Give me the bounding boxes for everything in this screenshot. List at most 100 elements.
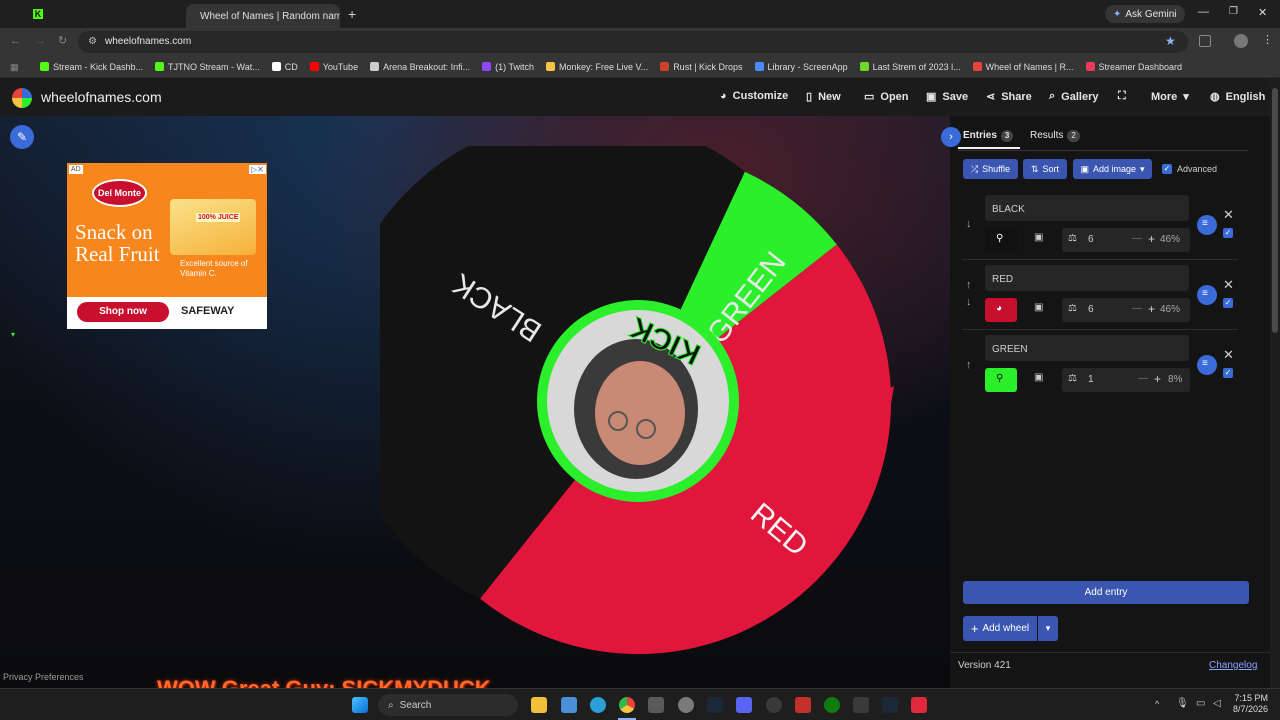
bookmark-item[interactable]: Wheel of Names | R... [967, 62, 1080, 72]
apps-grid-icon[interactable]: ▦ [10, 62, 19, 73]
advanced-checkbox[interactable]: ✓ [1162, 164, 1172, 174]
decrement-icon[interactable]: — [1132, 303, 1142, 314]
edge-icon[interactable] [590, 697, 606, 713]
microphone-icon[interactable]: 🎙 [1176, 698, 1189, 709]
forward-icon[interactable]: → [35, 35, 46, 47]
site-logo-text[interactable]: wheelofnames.com [41, 89, 162, 105]
entry-enabled-checkbox[interactable]: ✓ [1223, 368, 1233, 378]
reload-icon[interactable]: ↻ [58, 34, 67, 47]
nav-more[interactable]: More ▾ [1151, 90, 1189, 104]
minimize-window-icon[interactable]: — [1198, 6, 1209, 18]
entry-weight-control[interactable]: ⚖ 1 — + 8% [1062, 368, 1190, 392]
nav-language[interactable]: ◍ English [1210, 90, 1265, 104]
photos-icon[interactable] [561, 697, 577, 713]
move-down-icon[interactable]: ↓ [966, 296, 972, 308]
entry-settings-icon[interactable]: ≡ [1197, 355, 1217, 375]
advanced-toggle[interactable]: ✓ Advanced [1162, 164, 1217, 174]
xbox-icon[interactable] [824, 697, 840, 713]
entry-color-swatch[interactable]: ⚲ [985, 228, 1017, 252]
add-wheel-menu-icon[interactable]: ▾ [1038, 616, 1058, 641]
increment-icon[interactable]: + [1154, 372, 1161, 386]
ad-banner[interactable]: AD ▷✕ Del Monte Snack on Real Fruit 100%… [67, 163, 267, 329]
decrement-icon[interactable]: — [1132, 233, 1142, 244]
entry-name-field[interactable]: RED [985, 265, 1189, 291]
move-up-icon[interactable]: ↑ [966, 279, 972, 291]
bookmark-item[interactable]: Last Strem of 2023 l... [854, 62, 967, 72]
tab-results[interactable]: Results 2 [1030, 130, 1080, 142]
store-icon[interactable] [648, 697, 664, 713]
bookmark-item[interactable]: Rust | Kick Drops [654, 62, 748, 72]
chrome-icon[interactable] [619, 697, 635, 713]
entry-color-swatch[interactable]: ◕ [985, 298, 1017, 322]
changelog-link[interactable]: Changelog [1209, 660, 1257, 671]
wheel-logo-icon[interactable] [12, 88, 32, 108]
delete-entry-icon[interactable]: ✕ [1223, 207, 1234, 223]
site-info-icon[interactable]: ⚙ [88, 36, 97, 47]
nav-share[interactable]: ⋖ Share [986, 90, 1032, 104]
ask-gemini-button[interactable]: ✦ Ask Gemini [1105, 5, 1185, 23]
increment-icon[interactable]: + [1148, 232, 1155, 246]
delete-entry-icon[interactable]: ✕ [1223, 347, 1234, 363]
entry-settings-icon[interactable]: ≡ [1197, 285, 1217, 305]
settings-gear-icon[interactable] [678, 697, 694, 713]
add-image-button[interactable]: ▣ Add image ▾ [1073, 159, 1152, 179]
entry-image-icon[interactable]: ▣ [1034, 302, 1043, 313]
bookmark-item[interactable]: Streamer Dashboard [1080, 62, 1189, 72]
taskbar-search[interactable]: ⌕ Search [378, 694, 518, 716]
github-icon[interactable] [766, 697, 782, 713]
shuffle-button[interactable]: ⤮ Shuffle [963, 159, 1018, 179]
bookmark-item[interactable]: CD [266, 62, 304, 72]
network-icon[interactable]: ▭ [1196, 698, 1205, 709]
add-entry-button[interactable]: Add entry [963, 581, 1249, 604]
extensions-icon[interactable] [1199, 35, 1211, 47]
obs-red-icon[interactable] [911, 697, 927, 713]
nav-save[interactable]: ▣ Save [926, 90, 968, 104]
entry-name-field[interactable]: BLACK [985, 195, 1189, 221]
increment-icon[interactable]: + [1148, 302, 1155, 316]
bookmark-item[interactable]: TJTNO Stream - Wat... [149, 62, 266, 72]
bookmark-item[interactable]: (1) Twitch [476, 62, 540, 72]
entry-name-field[interactable]: GREEN [985, 335, 1189, 361]
add-wheel-button[interactable]: + Add wheel [963, 616, 1037, 641]
tab-wheel-of-names[interactable]: Wheel of Names | Random nam ✕ [186, 4, 340, 28]
collapse-panel-icon[interactable]: › [941, 127, 961, 147]
close-window-icon[interactable]: ✕ [1258, 6, 1267, 19]
entry-enabled-checkbox[interactable]: ✓ [1223, 228, 1233, 238]
ad-shop-now-button[interactable]: Shop now [77, 302, 169, 322]
volume-icon[interactable]: ◁ [1213, 698, 1221, 709]
discord-icon[interactable] [736, 697, 752, 713]
kick-tab-icon[interactable]: K [33, 9, 43, 19]
page-scrollbar[interactable] [1270, 78, 1280, 688]
entry-weight-value[interactable]: 6 [1088, 234, 1094, 245]
start-windows-icon[interactable] [352, 697, 368, 713]
profile-avatar[interactable] [1234, 34, 1248, 48]
steam-alt-icon[interactable] [882, 697, 898, 713]
browser-menu-icon[interactable]: ⋮ [1262, 33, 1273, 46]
url-field[interactable]: ⚙ wheelofnames.com ★ [78, 31, 1188, 53]
nav-gallery[interactable]: ⌕ Gallery [1049, 90, 1098, 103]
privacy-preferences-link[interactable]: Privacy Preferences [3, 672, 84, 682]
move-up-icon[interactable]: ↑ [966, 359, 972, 371]
tab-entries[interactable]: Entries 3 [963, 130, 1014, 142]
move-down-icon[interactable]: ↓ [966, 218, 972, 230]
bookmark-item[interactable]: Arena Breakout: Infi... [364, 62, 476, 72]
entry-image-icon[interactable]: ▣ [1034, 372, 1043, 383]
app-mask-icon[interactable] [853, 697, 869, 713]
app-red-icon[interactable] [795, 697, 811, 713]
entry-weight-control[interactable]: ⚖ 6 — + 46% [1062, 298, 1190, 322]
entry-enabled-checkbox[interactable]: ✓ [1223, 298, 1233, 308]
sort-button[interactable]: ⇅ Sort [1023, 159, 1067, 179]
new-tab-icon[interactable]: + [348, 6, 356, 22]
nav-new[interactable]: ▯ New [806, 90, 841, 104]
entry-image-icon[interactable]: ▣ [1034, 232, 1043, 243]
edit-pencil-icon[interactable]: ✎ [10, 125, 34, 149]
entry-settings-icon[interactable]: ≡ [1197, 215, 1217, 235]
steam-icon[interactable] [707, 697, 723, 713]
bookmark-item[interactable]: Library - ScreenApp [749, 62, 854, 72]
delete-entry-icon[interactable]: ✕ [1223, 277, 1234, 293]
decrement-icon[interactable]: — [1138, 373, 1148, 384]
file-explorer-icon[interactable] [531, 697, 547, 713]
nav-customize[interactable]: ◕ Customize [720, 90, 788, 102]
scrollbar-thumb[interactable] [1272, 88, 1278, 333]
ad-choices-icon[interactable]: ▷✕ [249, 165, 266, 174]
